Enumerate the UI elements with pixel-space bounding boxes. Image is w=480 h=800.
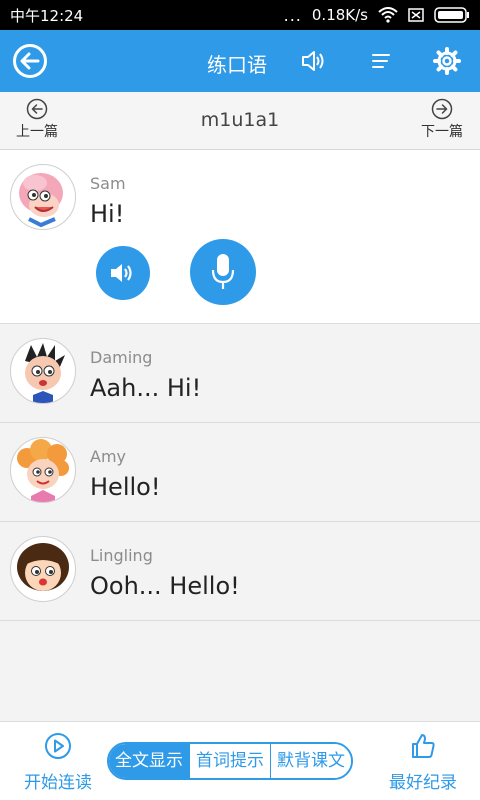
start-reading-label: 开始连读: [24, 773, 92, 793]
arrow-right-circle-icon: [431, 98, 453, 120]
daming-avatar-icon: [25, 343, 65, 403]
status-time: 中午12:24: [10, 6, 84, 25]
mode-recite[interactable]: 默背课文: [270, 744, 351, 778]
status-bar: 中午12:24 ... 0.18K/s: [0, 0, 480, 30]
best-record-button[interactable]: 最好纪录: [378, 732, 468, 793]
avatar-lingling: [10, 536, 76, 602]
status-indicators: ... 0.18K/s: [284, 6, 470, 25]
menu-lines-icon: [372, 54, 390, 68]
bottom-bar: 开始连读 全文显示 首词提示 默背课文 最好纪录: [0, 721, 480, 800]
dialogue-line-daming[interactable]: Daming Aah... Hi!: [0, 324, 480, 423]
avatar-sam: [10, 164, 76, 230]
speaker-name: Daming: [90, 348, 153, 367]
lesson-id: m1u1a1: [200, 109, 280, 131]
back-button[interactable]: [12, 43, 48, 79]
speech-text: Hello!: [90, 473, 161, 501]
start-reading-button[interactable]: 开始连读: [14, 732, 102, 793]
status-dots: ...: [283, 5, 302, 25]
speaker-icon: [111, 264, 132, 282]
gear-icon: [433, 47, 461, 75]
microphone-icon: [211, 254, 235, 289]
dialogue-line-amy[interactable]: Amy Hello!: [0, 423, 480, 522]
network-speed: 0.18K/s: [311, 6, 368, 24]
battery-icon: [434, 7, 470, 23]
speaker-name: Amy: [90, 447, 126, 466]
settings-button[interactable]: [433, 47, 461, 75]
menu-button[interactable]: [370, 49, 392, 73]
mode-full-text[interactable]: 全文显示: [109, 744, 189, 778]
speech-text: Aah... Hi!: [90, 374, 202, 402]
back-arrow-icon: [13, 44, 47, 78]
speech-text: Hi!: [90, 200, 125, 228]
play-audio-button[interactable]: [96, 246, 150, 300]
next-lesson-button[interactable]: 下一篇: [412, 98, 472, 144]
wifi-icon: [378, 7, 398, 23]
speaker-icon: [302, 51, 324, 71]
mode-first-word-hint[interactable]: 首词提示: [189, 744, 270, 778]
amy-avatar-icon: [17, 439, 69, 502]
avatar-amy: [10, 437, 76, 503]
dialogue-line-sam[interactable]: Sam Hi!: [0, 150, 480, 324]
page-title: 练口语: [207, 53, 267, 77]
thumbs-up-icon: [412, 734, 435, 758]
lesson-nav: 上一篇 m1u1a1 下一篇: [0, 92, 480, 150]
speaker-name: Sam: [90, 174, 126, 193]
lingling-avatar-icon: [17, 543, 69, 591]
screen: 中午12:24 ... 0.18K/s 练口语 上一篇 m1u1a1 下一篇 S…: [0, 0, 480, 800]
dialogue-list: Sam Hi! Daming Aah... Hi! Amy Hello! Lin…: [0, 150, 480, 621]
avatar-daming: [10, 338, 76, 404]
speaker-button[interactable]: [299, 47, 327, 75]
speaker-name: Lingling: [90, 546, 153, 565]
next-lesson-label: 下一篇: [421, 124, 463, 140]
display-mode-segmented-control: 全文显示 首词提示 默背课文: [107, 742, 353, 780]
play-circle-icon: [45, 733, 71, 759]
speech-text: Ooh... Hello!: [90, 572, 240, 600]
app-bar: 练口语: [0, 30, 480, 92]
dialogue-line-lingling[interactable]: Lingling Ooh... Hello!: [0, 522, 480, 621]
sam-avatar-icon: [19, 173, 63, 228]
best-record-label: 最好纪录: [389, 773, 457, 793]
no-sim-icon: [408, 8, 424, 22]
record-button[interactable]: [190, 239, 256, 305]
